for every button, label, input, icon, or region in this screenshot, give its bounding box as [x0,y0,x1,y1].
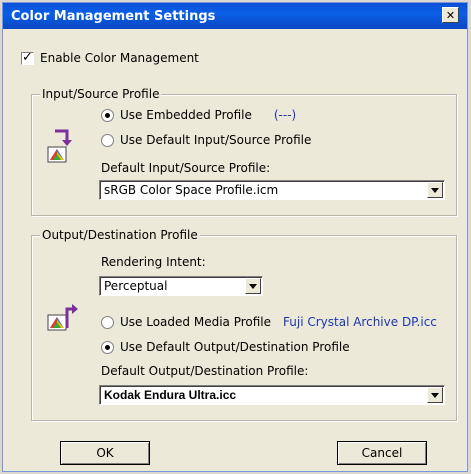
rendering-intent-value: Perceptual [104,279,168,293]
cancel-button-label: Cancel [361,446,403,460]
input-source-profile-legend: Input/Source Profile [40,87,162,101]
enable-color-management-checkbox[interactable]: ✓ [21,50,34,65]
rendering-intent-select[interactable]: Perceptual [99,276,263,296]
default-input-profile-value: sRGB Color Space Profile.icm [104,183,279,197]
chevron-down-icon[interactable] [427,387,443,403]
close-button[interactable]: ✕ [442,7,459,23]
use-embedded-profile-radio[interactable] [101,108,114,122]
title-bar[interactable]: Color Management Settings ✕ [3,3,467,29]
window-title: Color Management Settings [11,8,216,24]
chevron-down-icon[interactable] [245,278,261,294]
use-default-input-profile-radio[interactable] [101,133,114,147]
use-loaded-media-profile-radio[interactable] [101,315,114,329]
input-profile-icon [47,129,72,163]
use-embedded-profile-label: Use Embedded Profile [120,108,252,122]
use-default-input-profile-row[interactable]: Use Default Input/Source Profile [101,133,311,147]
use-default-output-profile-row[interactable]: Use Default Output/Destination Profile [101,340,350,354]
use-loaded-media-profile-row[interactable]: Use Loaded Media Profile Fuji Crystal Ar… [101,315,437,329]
enable-color-management-row[interactable]: ✓ Enable Color Management [21,50,199,65]
output-profile-icon [47,304,78,331]
close-icon: ✕ [445,8,456,22]
default-input-profile-select[interactable]: sRGB Color Space Profile.icm [99,180,445,200]
use-default-input-profile-label: Use Default Input/Source Profile [120,133,312,147]
ok-button[interactable]: OK [60,441,150,465]
ok-button-label: OK [96,446,114,460]
use-loaded-media-profile-label: Use Loaded Media Profile [120,315,272,329]
loaded-media-profile-value: Fuji Crystal Archive DP.icc [283,315,437,329]
embedded-profile-value: (---) [273,108,297,122]
chevron-down-icon[interactable] [427,182,443,198]
use-embedded-profile-row[interactable]: Use Embedded Profile (---) [101,108,296,122]
enable-color-management-label: Enable Color Management [40,51,199,65]
default-output-profile-select[interactable]: Kodak Endura Ultra.icc [99,385,445,405]
default-output-profile-value: Kodak Endura Ultra.icc [104,388,237,402]
rendering-intent-label: Rendering Intent: [101,255,206,269]
default-output-profile-label: Default Output/Destination Profile: [101,364,309,378]
use-default-output-profile-radio[interactable] [101,340,114,354]
default-input-profile-label: Default Input/Source Profile: [101,161,271,175]
use-default-output-profile-label: Use Default Output/Destination Profile [120,340,350,354]
cancel-button[interactable]: Cancel [337,441,427,465]
output-destination-profile-legend: Output/Destination Profile [40,228,200,242]
dialog-window: Color Management Settings ✕ ✓ Enable Col… [2,2,468,472]
